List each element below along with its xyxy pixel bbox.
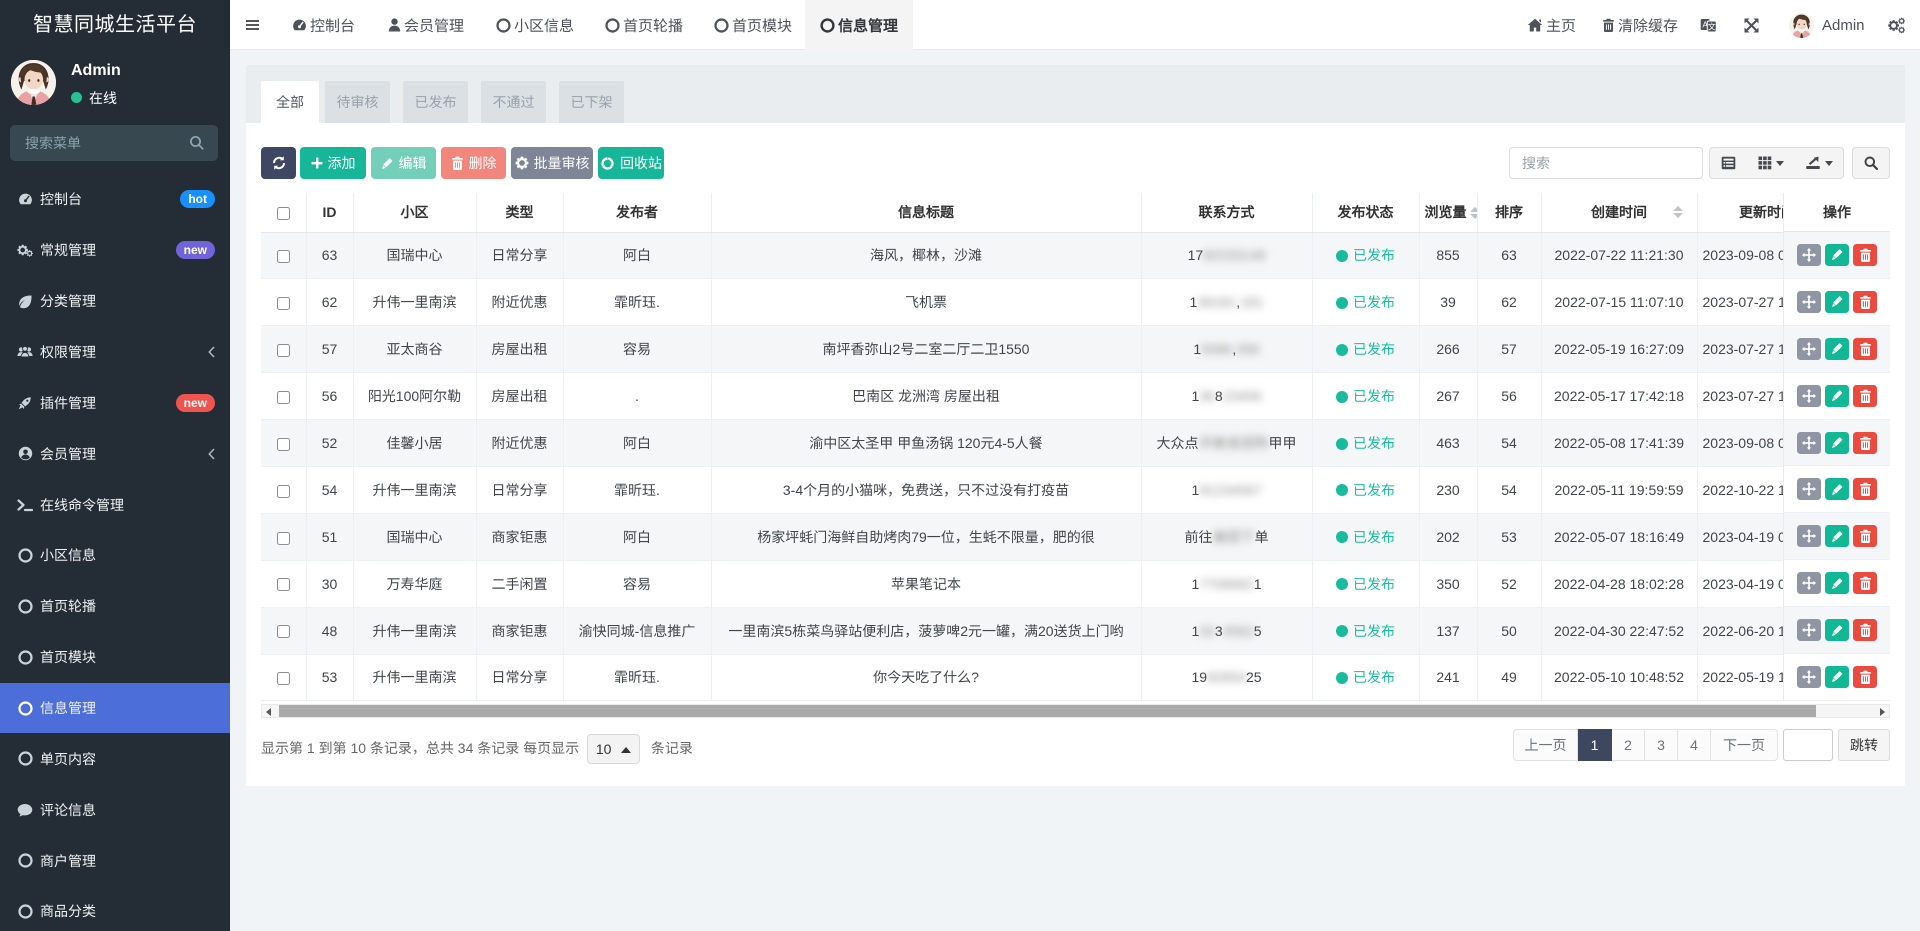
svg-text:文: 文 bbox=[1708, 21, 1716, 32]
